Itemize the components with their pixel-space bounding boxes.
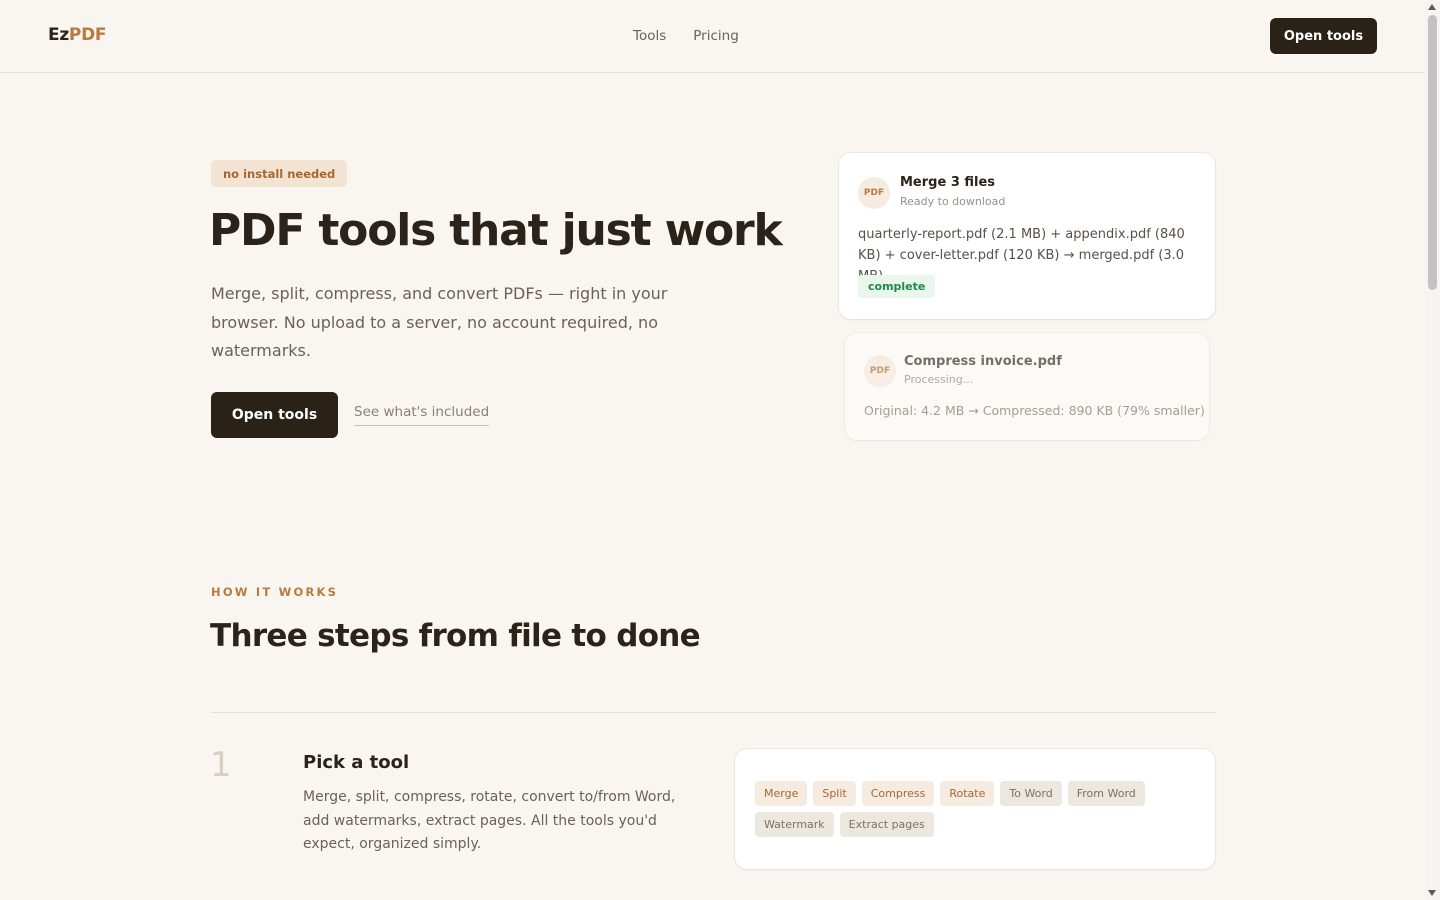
step-description: Merge, split, compress, rotate, convert … — [303, 789, 676, 852]
how-it-works-eyebrow: HOW IT WORKS — [211, 585, 339, 599]
step-number: 1 — [210, 745, 232, 785]
vertical-scrollbar[interactable] — [1425, 0, 1440, 900]
logo[interactable]: EzPDF — [48, 25, 107, 45]
tools-card: Merge Split Compress Rotate To Word From… — [735, 749, 1215, 869]
main-nav: Tools Pricing — [633, 28, 739, 44]
chip-rotate[interactable]: Rotate — [940, 781, 995, 806]
step-title: Pick a tool — [303, 752, 410, 773]
logo-ez: Ez — [48, 25, 69, 45]
job-title: Compress invoice.pdf — [904, 354, 1062, 369]
no-install-tag: no install needed — [211, 160, 348, 187]
chip-extract-pages[interactable]: Extract pages — [839, 812, 934, 837]
see-whats-included-link[interactable]: See what's included — [354, 404, 490, 426]
logo-pdf: PDF — [68, 25, 107, 45]
chip-split[interactable]: Split — [813, 781, 856, 806]
how-it-works-title: Three steps from file to done — [210, 618, 701, 654]
merge-job-card: PDF Merge 3 files Ready to download quar… — [839, 153, 1215, 319]
chip-merge[interactable]: Merge — [755, 781, 808, 806]
nav-pricing-link[interactable]: Pricing — [693, 28, 739, 44]
hero-title: PDF tools that just work — [209, 205, 783, 256]
compress-job-card: PDF Compress invoice.pdf Processing... O… — [845, 333, 1209, 440]
page: EzPDF Tools Pricing Open tools no instal… — [0, 0, 1425, 900]
pdf-icon: PDF — [858, 177, 890, 209]
chip-from-word[interactable]: From Word — [1067, 781, 1145, 806]
site-header: EzPDF Tools Pricing Open tools — [0, 0, 1425, 73]
chip-watermark[interactable]: Watermark — [755, 812, 834, 837]
nav-tools-link[interactable]: Tools — [633, 28, 666, 44]
job-status: Ready to download — [900, 195, 1006, 208]
scroll-up-arrow-icon[interactable] — [1428, 4, 1436, 10]
tool-chips: Merge Split Compress Rotate To Word From… — [755, 781, 1195, 837]
scroll-thumb[interactable] — [1428, 15, 1437, 290]
chip-compress[interactable]: Compress — [861, 781, 935, 806]
scroll-down-arrow-icon[interactable] — [1428, 890, 1436, 896]
hero-open-tools-button[interactable]: Open tools — [211, 392, 338, 438]
complete-badge: complete — [858, 275, 936, 298]
job-title: Merge 3 files — [900, 175, 996, 190]
pdf-icon: PDF — [864, 355, 896, 387]
hero-subtitle: Merge, split, compress, and convert PDFs… — [211, 284, 668, 360]
job-details: Original: 4.2 MB → Compressed: 890 KB (7… — [864, 403, 1205, 418]
chip-to-word[interactable]: To Word — [1000, 781, 1062, 806]
section-divider — [211, 712, 1215, 713]
header-open-tools-button[interactable]: Open tools — [1270, 18, 1377, 54]
job-status: Processing... — [904, 373, 974, 386]
